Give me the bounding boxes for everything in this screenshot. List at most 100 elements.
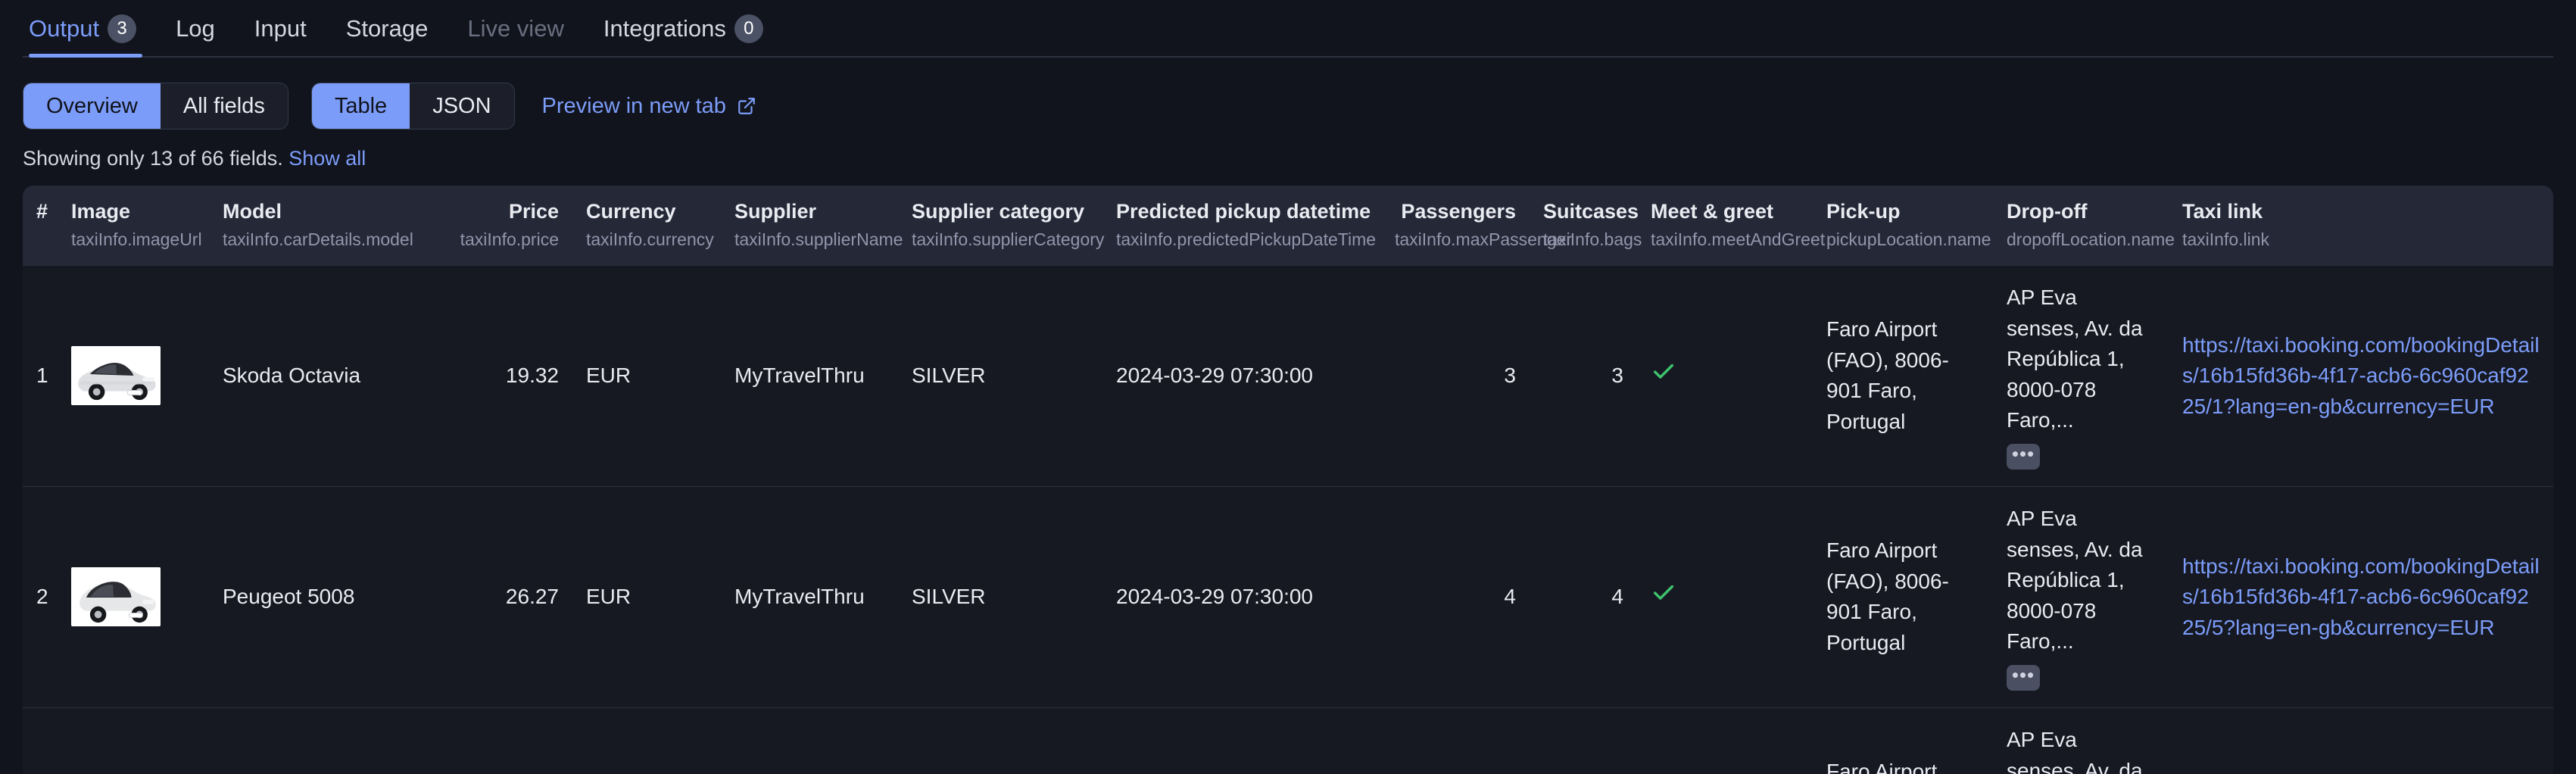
row-dropoff: AP Eva senses, Av. da República 1, 8000-…: [2007, 727, 2143, 774]
row-index: 2: [23, 485, 58, 708]
row-supplier-category: SILVER: [898, 707, 1102, 774]
col-suitcases[interactable]: Suitcases taxiInfo.bags: [1530, 186, 1642, 266]
dropoff-expand-button[interactable]: •••: [2007, 443, 2040, 470]
col-image-sub: taxiInfo.imageUrl: [71, 229, 202, 250]
taxi-link[interactable]: https://taxi.booking.com/bookingDetails/…: [2182, 554, 2540, 639]
col-predicted-pickup-title: Predicted pickup datetime: [1116, 200, 1371, 223]
output-table-container: # Image taxiInfo.imageUrl Model taxiInfo…: [23, 186, 2553, 774]
col-pickup-title: Pick-up: [1826, 200, 1901, 223]
col-index[interactable]: #: [23, 186, 58, 266]
row-currency: EUR: [586, 364, 632, 388]
tab-log-label: Log: [176, 15, 215, 42]
row-predicted-pickup: 2024-03-29 07:30:00: [1102, 485, 1381, 708]
row-passengers: 6: [1381, 707, 1530, 774]
table-header-row: # Image taxiInfo.imageUrl Model taxiInfo…: [23, 186, 2553, 266]
checkmark-icon: [1651, 364, 1676, 389]
output-table: # Image taxiInfo.imageUrl Model taxiInfo…: [23, 186, 2553, 774]
table-row[interactable]: 2 Peugeot 5008 26.27 EUR MyTravelThru SILVER 2…: [23, 485, 2553, 708]
col-predicted-pickup[interactable]: Predicted pickup datetime taxiInfo.predi…: [1102, 186, 1381, 266]
tab-output[interactable]: Output 3: [23, 0, 156, 58]
col-index-title: #: [36, 200, 48, 223]
col-model-title: Model: [223, 200, 282, 223]
col-pickup[interactable]: Pick-up pickupLocation.name: [1813, 186, 1993, 266]
show-all-fields-link[interactable]: Show all: [288, 147, 366, 170]
checkmark-icon: [1651, 585, 1676, 610]
col-passengers[interactable]: Passengers taxiInfo.maxPassenger: [1381, 186, 1572, 266]
col-predicted-pickup-sub: taxiInfo.predictedPickupDateTime: [1116, 229, 1377, 250]
row-supplier: MyTravelThru: [734, 364, 865, 388]
row-taxi-link-cell: https://taxi.booking.com/bookingDetails/…: [2169, 485, 2553, 708]
tab-log[interactable]: Log: [156, 0, 235, 58]
col-currency-title: Currency: [586, 200, 676, 223]
col-price-sub: taxiInfo.price: [460, 229, 559, 250]
table-row[interactable]: 3 Ford Tourneo28.48EURMyTravelThruSILVER2…: [23, 707, 2553, 774]
tab-input[interactable]: Input: [235, 0, 326, 58]
table-format-button[interactable]: Table: [311, 83, 410, 129]
view-mode-segmented-control: Overview All fields: [23, 83, 288, 130]
tab-live-view: Live view: [448, 0, 584, 58]
overview-button[interactable]: Overview: [23, 83, 161, 129]
row-price: 19.32: [505, 364, 559, 388]
col-dropoff[interactable]: Drop-off dropoffLocation.name: [1993, 186, 2175, 266]
col-supplier-category[interactable]: Supplier category taxiInfo.supplierCateg…: [898, 186, 1105, 266]
col-supplier[interactable]: Supplier taxiInfo.supplierName: [721, 186, 903, 266]
row-taxi-link-cell: https://taxi.booking.com/bookingDetails/…: [2169, 707, 2553, 774]
row-dropoff: AP Eva senses, Av. da República 1, 8000-…: [2007, 506, 2143, 654]
col-currency[interactable]: Currency taxiInfo.currency: [572, 186, 721, 266]
col-taxi-link[interactable]: Taxi link taxiInfo.link: [2169, 186, 2553, 266]
row-meet-and-greet: [1637, 266, 1813, 486]
col-price[interactable]: Price taxiInfo.price: [436, 186, 572, 266]
col-meet-and-greet-sub: taxiInfo.meetAndGreet: [1651, 229, 1826, 250]
json-format-button[interactable]: JSON: [410, 83, 514, 129]
row-image-cell: [58, 266, 209, 486]
row-meet-and-greet: [1637, 485, 1813, 708]
col-supplier-sub: taxiInfo.supplierName: [734, 229, 903, 250]
external-link-icon: [737, 96, 756, 116]
col-price-title: Price: [508, 200, 559, 223]
preview-in-new-tab-link[interactable]: Preview in new tab: [542, 94, 756, 119]
row-pickup: Faro Airport (FAO), 8006-901 Faro, Portu…: [1813, 485, 1993, 708]
col-pickup-sub: pickupLocation.name: [1826, 229, 1991, 250]
tab-output-label: Output: [29, 15, 100, 42]
row-meet-and-greet: [1637, 707, 1813, 774]
col-image-title: Image: [71, 200, 131, 223]
col-meet-and-greet[interactable]: Meet & greet taxiInfo.meetAndGreet: [1637, 186, 1826, 266]
row-suitcases: 3: [1611, 364, 1623, 388]
row-pickup: Faro Airport (FAO), 8006-901 Faro, Portu…: [1813, 707, 1993, 774]
tab-storage-label: Storage: [345, 15, 429, 42]
table-row[interactable]: 1 Skoda Octavia 19.32 EUR MyTravelThru SILVER…: [23, 266, 2553, 486]
row-currency: EUR: [572, 707, 721, 774]
tab-bar: Output 3 Log Input Storage Live view Int…: [0, 0, 2576, 58]
tab-storage[interactable]: Storage: [326, 0, 448, 58]
table-header: # Image taxiInfo.imageUrl Model taxiInfo…: [23, 186, 2553, 266]
row-pickup: Faro Airport (FAO), 8006-901 Faro, Portu…: [1826, 317, 1949, 434]
col-image[interactable]: Image taxiInfo.imageUrl: [58, 186, 209, 266]
col-currency-sub: taxiInfo.currency: [586, 229, 714, 250]
col-supplier-category-sub: taxiInfo.supplierCategory: [912, 229, 1105, 250]
row-suitcases: 4: [1530, 485, 1637, 708]
row-dropoff-cell: AP Eva senses, Av. da República 1, 8000-…: [1993, 485, 2169, 708]
format-segmented-control: Table JSON: [310, 83, 515, 130]
row-dropoff: AP Eva senses, Av. da República 1, 8000-…: [2007, 285, 2143, 432]
row-currency: EUR: [572, 485, 721, 708]
row-predicted-pickup: 2024-03-29 07:30:00: [1102, 707, 1381, 774]
all-fields-button[interactable]: All fields: [160, 83, 288, 129]
tab-output-badge: 3: [108, 14, 137, 43]
col-model[interactable]: Model taxiInfo.carDetails.model: [209, 186, 436, 266]
col-model-sub: taxiInfo.carDetails.model: [223, 229, 413, 250]
car-photo-minivan-car-photo: [71, 567, 161, 627]
tab-integrations-label: Integrations: [603, 15, 726, 42]
col-passengers-sub: taxiInfo.maxPassenger: [1395, 229, 1572, 250]
row-suitcases: 6: [1530, 707, 1637, 774]
row-model: Skoda Octavia: [223, 364, 361, 388]
field-count-notice: Showing only 13 of 66 fields. Show all: [0, 127, 2576, 186]
tab-integrations[interactable]: Integrations 0: [584, 0, 783, 58]
row-supplier-category: SILVER: [912, 364, 986, 388]
col-taxi-link-title: Taxi link: [2182, 200, 2263, 223]
taxi-link[interactable]: https://taxi.booking.com/bookingDetails/…: [2182, 333, 2540, 418]
row-model: Ford Tourneo: [209, 707, 436, 774]
preview-in-new-tab-label: Preview in new tab: [541, 93, 726, 118]
row-model: Peugeot 5008: [209, 485, 436, 708]
dropoff-expand-button[interactable]: •••: [2007, 664, 2040, 691]
row-image-cell: [58, 707, 209, 774]
